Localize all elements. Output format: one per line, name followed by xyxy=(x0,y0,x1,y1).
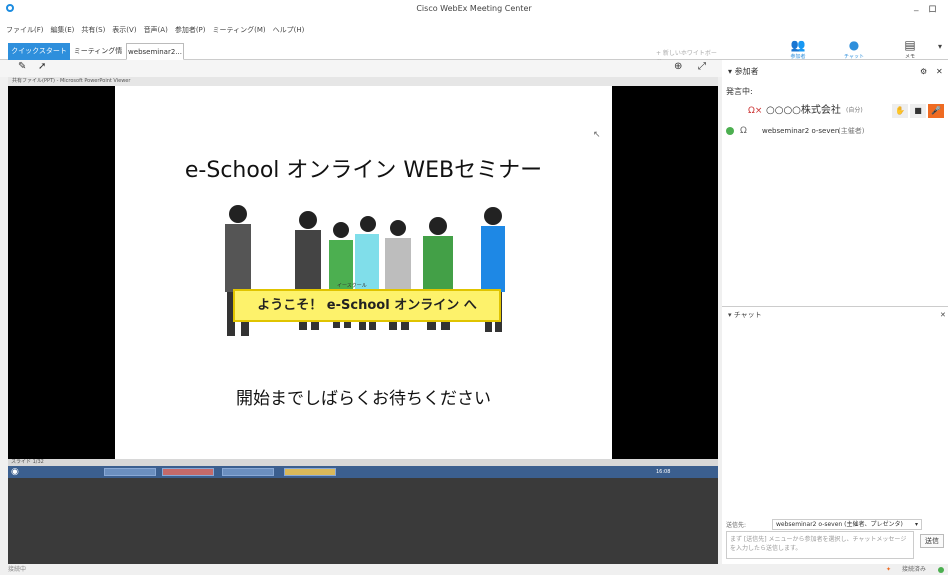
send-to-label: 送信先: xyxy=(726,522,747,529)
restore-button[interactable]: ロ xyxy=(928,2,937,15)
tab-shared-file[interactable]: webseminar2... xyxy=(126,43,184,60)
ppt-viewer-bar: 共有ファイル(PPT) - Microsoft PowerPoint Viewe… xyxy=(8,77,718,86)
menu-meeting[interactable]: ミーティング(M) xyxy=(213,22,266,38)
right-side-panel: ▾ 参加者 ⚙ ✕ 発言中: Ω× ○○○○株式会社 (自分) ✋ ■ 🎤 Ω … xyxy=(722,60,948,564)
tab-quick-start[interactable]: クイックスタート xyxy=(8,43,70,60)
start-orb-icon: ◉ xyxy=(11,467,19,477)
tab-meeting-info[interactable]: ミーティング情報 xyxy=(72,43,124,72)
mute-microphone-icon[interactable]: 🎤 xyxy=(928,104,944,118)
taskbar-item xyxy=(162,468,214,476)
participants-panel-button[interactable]: 👥 参加者 xyxy=(778,38,818,60)
menu-share[interactable]: 共有(S) xyxy=(81,22,105,38)
shared-taskbar: ◉ 16:08 xyxy=(8,466,718,478)
participants-header[interactable]: ▾ 参加者 ⚙ ✕ xyxy=(722,64,948,80)
menu-edit[interactable]: 編集(E) xyxy=(51,22,75,38)
status-bar: 接続中 ✦ 接続済み xyxy=(0,564,948,575)
participants-icon: 👥 xyxy=(790,38,806,52)
send-to-select[interactable]: webseminar2 o-seven (主催者、プレゼンタ) ▾ xyxy=(772,519,922,530)
menu-help[interactable]: ヘルプ(H) xyxy=(273,22,305,38)
slide-subtitle: 開始までしばらくお待ちください xyxy=(236,389,491,409)
participant-tag: (自分) xyxy=(846,107,863,114)
presentation-slide: e-School オンライン WEBセミナー ようこそ！ e-School オン… xyxy=(115,86,612,459)
headset-muted-icon: Ω× xyxy=(748,106,763,116)
notes-panel-button[interactable]: ▤ メモ xyxy=(890,38,930,60)
host-status-icon xyxy=(726,127,734,135)
audio-activity-icon: ✦ xyxy=(886,566,892,573)
send-button[interactable]: 送信 xyxy=(920,534,944,548)
taskbar-item xyxy=(222,468,274,476)
connection-status: 接続済み xyxy=(902,566,927,573)
pen-icon[interactable]: ✎ xyxy=(18,61,26,72)
window-title: Cisco WebEx Meeting Center xyxy=(416,4,532,13)
tab-bar: クイックスタート ミーティング情報 webseminar2... + 新しいホワ… xyxy=(0,38,722,72)
fullscreen-icon[interactable]: ⤢ xyxy=(698,61,706,72)
zoom-icon[interactable]: ⊕ xyxy=(674,61,682,72)
desktop-background xyxy=(8,478,718,564)
welcome-banner: ようこそ！ e-School オンライン へ xyxy=(233,289,501,322)
chat-header[interactable]: ▾ チャット ✕ xyxy=(722,306,948,322)
menu-audio[interactable]: 音声(A) xyxy=(144,22,168,38)
video-camera-icon[interactable]: ■ xyxy=(910,104,926,118)
notes-icon: ▤ xyxy=(904,38,916,52)
taskbar-clock: 16:08 xyxy=(656,469,671,475)
pointer-tool-icon[interactable]: ➚ xyxy=(38,61,46,72)
participant-row-host[interactable]: Ω webseminar2 o-seven (主催者) xyxy=(722,122,948,140)
banner-ruby: イースクール xyxy=(337,283,367,289)
chat-input[interactable]: まず [送信先] メニューから参加者を選択し、チャットメッセージを入力したら送信… xyxy=(726,531,914,559)
participant-row-presenter[interactable]: Ω× ○○○○株式会社 (自分) ✋ ■ 🎤 xyxy=(722,102,948,120)
menu-file[interactable]: ファイル(F) xyxy=(6,22,44,38)
participants-header-label: 参加者 xyxy=(734,67,759,76)
chat-header-label: チャット xyxy=(733,311,762,319)
status-left: 接続中 xyxy=(8,566,27,573)
speaking-label: 発言中: xyxy=(726,87,753,96)
participant-name: webseminar2 o-seven xyxy=(762,127,840,135)
taskbar-item xyxy=(284,468,336,476)
minimize-button[interactable]: _ xyxy=(914,2,919,12)
title-bar: Cisco WebEx Meeting Center _ ロ xyxy=(0,0,948,22)
gear-icon[interactable]: ⚙ xyxy=(920,64,927,80)
dropdown-arrow-icon: ▾ xyxy=(914,521,918,528)
menu-bar: ファイル(F) 編集(E) 共有(S) 表示(V) 音声(A) 参加者(P) ミ… xyxy=(0,22,948,38)
participant-name: ○○○○株式会社 xyxy=(766,105,841,116)
slide-title: e-School オンライン WEBセミナー xyxy=(184,158,543,183)
chat-panel-button[interactable]: ● チャット xyxy=(834,38,874,60)
panel-toggle-bar: 👥 参加者 ● チャット ▤ メモ ▾ xyxy=(722,38,948,60)
menu-view[interactable]: 表示(V) xyxy=(112,22,136,38)
menu-participants[interactable]: 参加者(P) xyxy=(175,22,206,38)
raise-hand-icon[interactable]: ✋ xyxy=(892,104,908,118)
mouse-cursor-icon: ↖ xyxy=(593,130,601,140)
taskbar-item xyxy=(104,468,156,476)
slide-counter-bar: スライド 1/32 xyxy=(8,459,718,466)
more-chevron-icon[interactable]: ▾ xyxy=(938,42,942,51)
close-icon[interactable]: ✕ xyxy=(940,307,946,323)
participant-tag: (主催者) xyxy=(838,127,865,135)
send-to-value: webseminar2 o-seven (主催者、プレゼンタ) xyxy=(776,521,903,528)
annotation-toolbar: ✎ ➚ ⊕ ⤢ xyxy=(0,60,722,77)
close-icon[interactable]: ✕ xyxy=(936,64,943,80)
headset-icon: Ω xyxy=(740,126,747,136)
connection-indicator-icon xyxy=(938,567,944,573)
chat-bubble-icon: ● xyxy=(848,38,860,52)
